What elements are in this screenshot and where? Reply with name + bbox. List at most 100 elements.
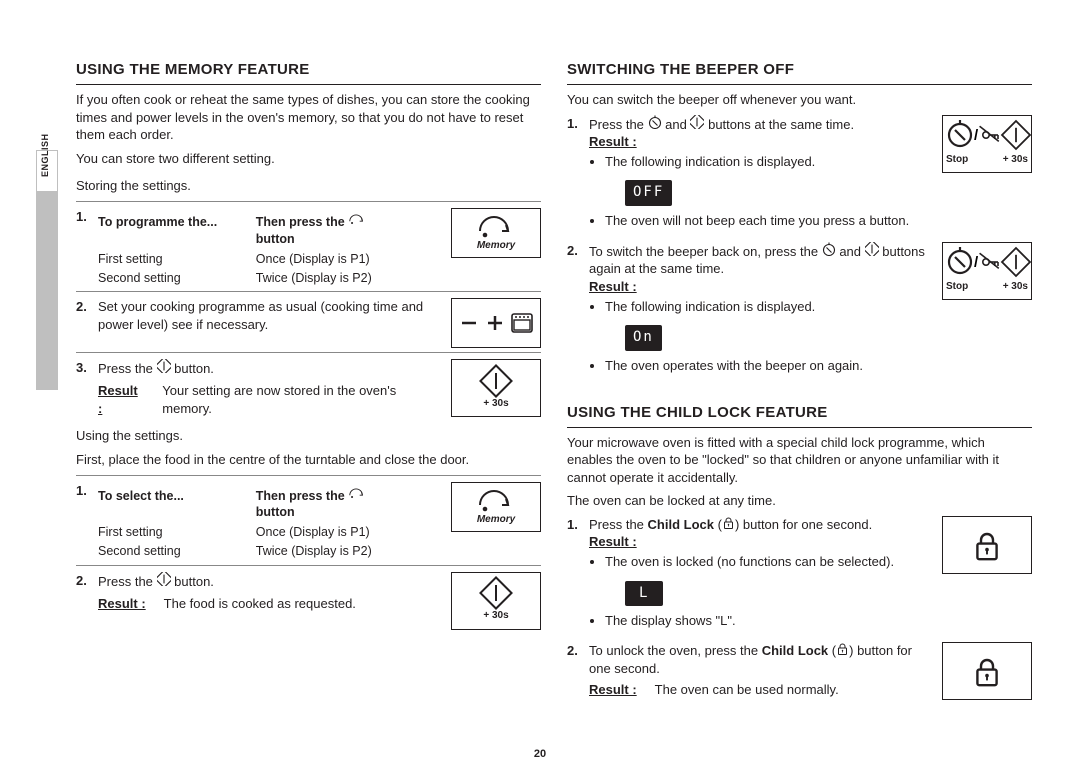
cstep2-b: Child Lock: [762, 643, 828, 658]
programme-table: To programme the... Then press the butto…: [98, 212, 441, 288]
heading-memory: USING THE MEMORY FEATURE: [76, 60, 541, 80]
manual-page: ENGLISH USING THE MEMORY FEATURE If you …: [0, 0, 1080, 782]
tbl1-h2b: button: [256, 232, 295, 246]
tbl2-h1: To select the...: [98, 489, 184, 503]
display-off: OFF: [625, 180, 672, 206]
language-tab-bar: [37, 191, 57, 389]
tbl-cell: First setting: [98, 523, 256, 542]
memory-feature-section: USING THE MEMORY FEATURE If you often co…: [76, 60, 541, 630]
plus30s-label: + 30s: [483, 609, 508, 623]
b-bul: The oven operates with the beeper on aga…: [605, 357, 932, 375]
bstep1-a: Press the: [589, 117, 648, 132]
heading-child-lock: USING THE CHILD LOCK FEATURE: [567, 403, 1032, 423]
step-number: 2.: [76, 298, 90, 333]
cstep1-c: (: [714, 517, 722, 532]
tbl1-h2: Then press the: [256, 215, 345, 229]
cstep2-a: To unlock the oven, press the: [589, 643, 762, 658]
heading-beeper: SWITCHING THE BEEPER OFF: [567, 60, 1032, 80]
select-table: To select the... Then press the button F…: [98, 486, 441, 562]
step2-text: Set your cooking programme as usual (coo…: [98, 298, 441, 333]
memory-icon-label: Memory: [477, 513, 515, 527]
bstep2-m: and: [839, 244, 864, 259]
memory-icon: [348, 488, 364, 500]
step-number: 3.: [76, 359, 90, 417]
lock-button-illustration: [942, 516, 1032, 574]
cstep1-a: Press the: [589, 517, 648, 532]
start-diamond-icon: [482, 579, 510, 607]
using-heading: Using the settings.: [76, 427, 541, 445]
step3-result: Your setting are now stored in the oven'…: [162, 382, 441, 417]
cstep1-d: ) button for one second.: [735, 517, 872, 532]
memory-button-illustration: Memory: [451, 482, 541, 532]
memory-icon: [476, 487, 516, 511]
lock-icon: [836, 642, 849, 655]
tbl-cell: Twice (Display is P2): [256, 542, 441, 561]
start-diamond-icon: [157, 359, 171, 373]
cstep2-result: The oven can be used normally.: [655, 681, 839, 699]
memory-icon-label: Memory: [477, 239, 515, 253]
start-diamond-icon: [690, 115, 704, 129]
step3-a: Press the: [98, 361, 157, 376]
memory-button-illustration: Memory: [451, 208, 541, 258]
cstep1-b: Child Lock: [648, 517, 714, 532]
memory-icon: [476, 213, 516, 237]
result-label: Result :: [98, 595, 146, 613]
step-number: 2.: [567, 642, 581, 699]
tbl-cell: Once (Display is P1): [256, 250, 441, 269]
lock-button-illustration: [942, 642, 1032, 700]
c-bul: The oven is locked (no functions can be …: [605, 553, 932, 571]
ustep2-b: button.: [174, 574, 214, 589]
ustep2-result: The food is cooked as requested.: [164, 595, 356, 613]
stop-plus30s-illustration: / Stop + 30s: [942, 115, 1032, 173]
tbl-cell: Once (Display is P1): [256, 523, 441, 542]
step3-b: button.: [174, 361, 214, 376]
child-lock-section: USING THE CHILD LOCK FEATURE Your microw…: [567, 403, 1032, 701]
display-on: On: [625, 325, 662, 351]
step-number: 1.: [76, 482, 90, 562]
using-intro: First, place the food in the centre of t…: [76, 451, 541, 469]
beeper-section: SWITCHING THE BEEPER OFF You can switch …: [567, 60, 1032, 381]
lock-icon: [970, 654, 1004, 688]
cstep2-c: (: [828, 643, 836, 658]
left-column: USING THE MEMORY FEATURE If you often co…: [76, 60, 541, 752]
step-number: 2.: [76, 572, 90, 612]
start-diamond-icon: [157, 572, 171, 586]
svg-text:/: /: [974, 127, 979, 144]
result-label: Result :: [98, 382, 144, 417]
tbl2-h2b: button: [256, 505, 295, 519]
stop-icon: [822, 242, 836, 256]
tbl-cell: Second setting: [98, 542, 256, 561]
plus30s-label: + 30s: [1003, 280, 1028, 294]
language-tab: ENGLISH: [36, 150, 58, 390]
minus-plus-oven-icon: [456, 311, 536, 335]
step-number: 1.: [76, 208, 90, 288]
memory-intro-1: If you often cook or reheat the same typ…: [76, 91, 541, 144]
beeper-intro: You can switch the beeper off whenever y…: [567, 91, 1032, 109]
stop-label: Stop: [946, 153, 968, 167]
plus30s-label: + 30s: [483, 397, 508, 411]
tbl-cell: Second setting: [98, 269, 256, 288]
stop-keyoff-diamond-icon: /: [946, 121, 1028, 151]
result-label: Result :: [589, 134, 637, 149]
bstep2-a: To switch the beeper back on, press the: [589, 244, 822, 259]
stop-plus30s-illustration: / Stop + 30s: [942, 242, 1032, 300]
b-bul: The oven will not beep each time you pre…: [605, 212, 932, 230]
bstep1-m: and: [665, 117, 690, 132]
tbl1-h1: To programme the...: [98, 215, 217, 229]
step-number: 1.: [567, 115, 581, 236]
lock-icon: [970, 528, 1004, 562]
svg-text:/: /: [974, 254, 979, 271]
result-label: Result :: [589, 279, 637, 294]
stop-keyoff-diamond-icon: /: [946, 248, 1028, 278]
result-label: Result :: [589, 681, 637, 699]
result-label: Result :: [589, 534, 637, 549]
start-diamond-icon: [865, 242, 879, 256]
page-number: 20: [0, 748, 1080, 760]
stop-icon: [648, 115, 662, 129]
child-intro-1: Your microwave oven is fitted with a spe…: [567, 434, 1032, 487]
storing-heading: Storing the settings.: [76, 177, 541, 195]
c-bul: The display shows "L".: [605, 612, 932, 630]
step-number: 2.: [567, 242, 581, 381]
right-column: SWITCHING THE BEEPER OFF You can switch …: [567, 60, 1032, 752]
tbl2-h2: Then press the: [256, 489, 345, 503]
